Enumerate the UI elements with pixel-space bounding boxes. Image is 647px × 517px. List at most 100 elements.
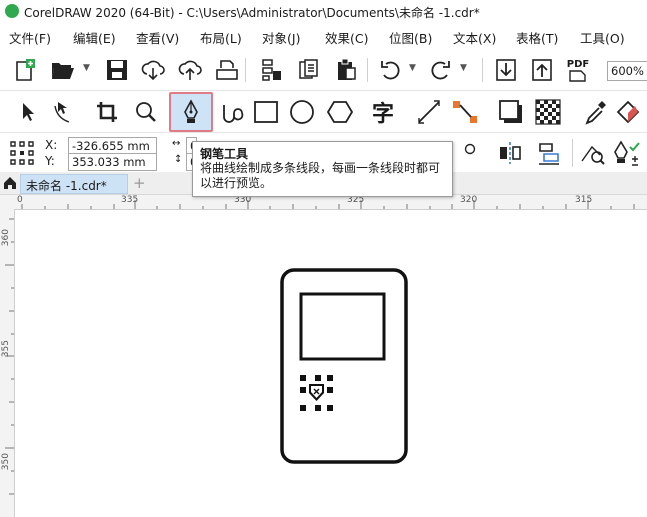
mirror-button[interactable] [495, 138, 525, 168]
print-button[interactable] [212, 55, 242, 85]
menu-effects[interactable]: 效果(C) [325, 28, 368, 47]
menu-file[interactable]: 文件(F) [9, 28, 51, 47]
pdf-icon [569, 69, 586, 82]
crop-icon [97, 102, 117, 122]
pen-settings-button[interactable] [612, 138, 642, 168]
zoom-tool-button[interactable] [131, 97, 161, 127]
ruler-tick-label: 355 [1, 340, 11, 358]
redo-icon [431, 61, 450, 80]
cloud-upload-icon [178, 60, 202, 80]
undo-icon [381, 61, 400, 80]
toolbox: 字 [0, 90, 647, 133]
interactive-fill-tool-button[interactable] [614, 97, 644, 127]
eyedropper-tool-button[interactable] [581, 97, 611, 127]
pen-cursor-icon [300, 375, 333, 411]
align-icon [539, 143, 559, 165]
folder-open-icon [52, 63, 74, 79]
text-tool-glyph: 字 [371, 102, 394, 127]
tooltip-title: 钢笔工具 [200, 147, 249, 161]
mirror-icon [500, 142, 521, 164]
home-icon[interactable] [3, 176, 17, 190]
drop-shadow-icon [499, 100, 522, 123]
new-document-button[interactable] [10, 55, 40, 85]
save-icon [107, 60, 127, 80]
document-tab[interactable]: 未命名 -1.cdr* [20, 174, 128, 194]
circle-option-icon[interactable] [464, 143, 476, 155]
magnifier-icon [136, 102, 156, 122]
text-tool-button[interactable]: 字 [368, 97, 398, 127]
toolbar-separator [572, 139, 573, 167]
y-label: Y: [45, 154, 55, 168]
import-button[interactable] [257, 55, 287, 85]
export-icon [299, 59, 318, 79]
zoom-level-field[interactable]: 600% [607, 61, 647, 81]
ruler-tick-label: 350 [1, 453, 11, 471]
drop-shadow-tool-button[interactable] [496, 97, 526, 127]
standard-toolbar: ▼ ▼ ▼ PDF 600% [0, 50, 647, 90]
undo-button[interactable] [376, 55, 406, 85]
vertical-ruler[interactable]: 360 355 350 [0, 209, 15, 517]
toolbar-separator [482, 58, 483, 82]
y-position-field[interactable]: 353.033 mm [68, 153, 157, 171]
menu-bitmaps[interactable]: 位图(B) [389, 28, 432, 47]
toolbar-separator [245, 58, 246, 82]
menu-layout[interactable]: 布局(L) [200, 28, 242, 47]
horizontal-ruler[interactable]: 0 335 330 325 320 315 [0, 195, 647, 210]
undo-dropdown-arrow-icon[interactable]: ▼ [409, 63, 416, 73]
connector-tool-button[interactable] [450, 97, 480, 127]
ellipse-icon [290, 100, 314, 124]
menu-edit[interactable]: 编辑(E) [73, 28, 116, 47]
menu-bar: 文件(F) 编辑(E) 查看(V) 布局(L) 对象(J) 效果(C) 位图(B… [0, 24, 647, 48]
shape-tool-button[interactable] [48, 97, 78, 127]
fountain-pen-icon [184, 99, 198, 123]
pointer-arrow-icon [23, 103, 34, 121]
connector-icon [453, 101, 477, 123]
publish-pdf-button[interactable]: PDF [563, 55, 593, 85]
menu-object[interactable]: 对象(J) [262, 28, 300, 47]
canvas-drawing [280, 268, 408, 464]
parallel-dimension-tool-button[interactable] [414, 97, 444, 127]
polygon-tool-button[interactable] [325, 97, 355, 127]
ruler-tick-label: 320 [460, 195, 478, 205]
ruler-tick-label: 315 [575, 195, 593, 205]
import-file-button[interactable] [491, 55, 521, 85]
ellipse-tool-button[interactable] [287, 97, 317, 127]
redo-button[interactable] [425, 55, 455, 85]
ruler-tick-label: 335 [121, 195, 139, 205]
cloud-download-button[interactable] [138, 55, 168, 85]
redo-dropdown-arrow-icon[interactable]: ▼ [460, 63, 467, 73]
vertical-ruler-ticks [5, 218, 14, 495]
drawing-canvas[interactable] [15, 210, 647, 517]
crop-tool-button[interactable] [92, 97, 122, 127]
save-button[interactable] [102, 55, 132, 85]
export-file-button[interactable] [527, 55, 557, 85]
reference-point-selector[interactable] [7, 138, 37, 168]
pen-tool-tooltip: 钢笔工具 将曲线绘制成多条线段，每画一条线段时都可以进行预览。 [192, 141, 453, 197]
horizontal-ruler-ticks [21, 200, 635, 209]
transparency-tool-button[interactable] [533, 97, 563, 127]
title-bar: CorelDRAW 2020 (64-Bit) - C:\Users\Admin… [0, 0, 647, 24]
pen-tool-button[interactable] [169, 92, 213, 132]
curve-tool-button[interactable] [217, 97, 247, 127]
node-edit-button[interactable] [578, 138, 608, 168]
height-icon: ↕ [174, 154, 183, 165]
clipboard-button[interactable] [331, 55, 361, 85]
import-icon [262, 59, 281, 81]
cloud-upload-button[interactable] [175, 55, 205, 85]
spiral-curve-icon [223, 105, 244, 123]
export-button[interactable] [294, 55, 324, 85]
dimension-line-icon [418, 100, 440, 124]
align-button[interactable] [534, 138, 564, 168]
open-dropdown-arrow-icon[interactable]: ▼ [83, 63, 90, 73]
menu-text[interactable]: 文本(X) [453, 28, 496, 47]
import-arrow-icon [496, 59, 516, 81]
window-title: CorelDRAW 2020 (64-Bit) - C:\Users\Admin… [24, 6, 480, 20]
menu-tools[interactable]: 工具(O) [580, 28, 625, 47]
menu-table[interactable]: 表格(T) [516, 28, 558, 47]
open-button[interactable] [48, 55, 78, 85]
new-tab-plus-icon[interactable]: + [133, 174, 146, 192]
menu-view[interactable]: 查看(V) [136, 28, 179, 47]
rectangle-tool-button[interactable] [251, 97, 281, 127]
pick-tool-button[interactable] [13, 97, 43, 127]
hexagon-icon [327, 101, 353, 123]
